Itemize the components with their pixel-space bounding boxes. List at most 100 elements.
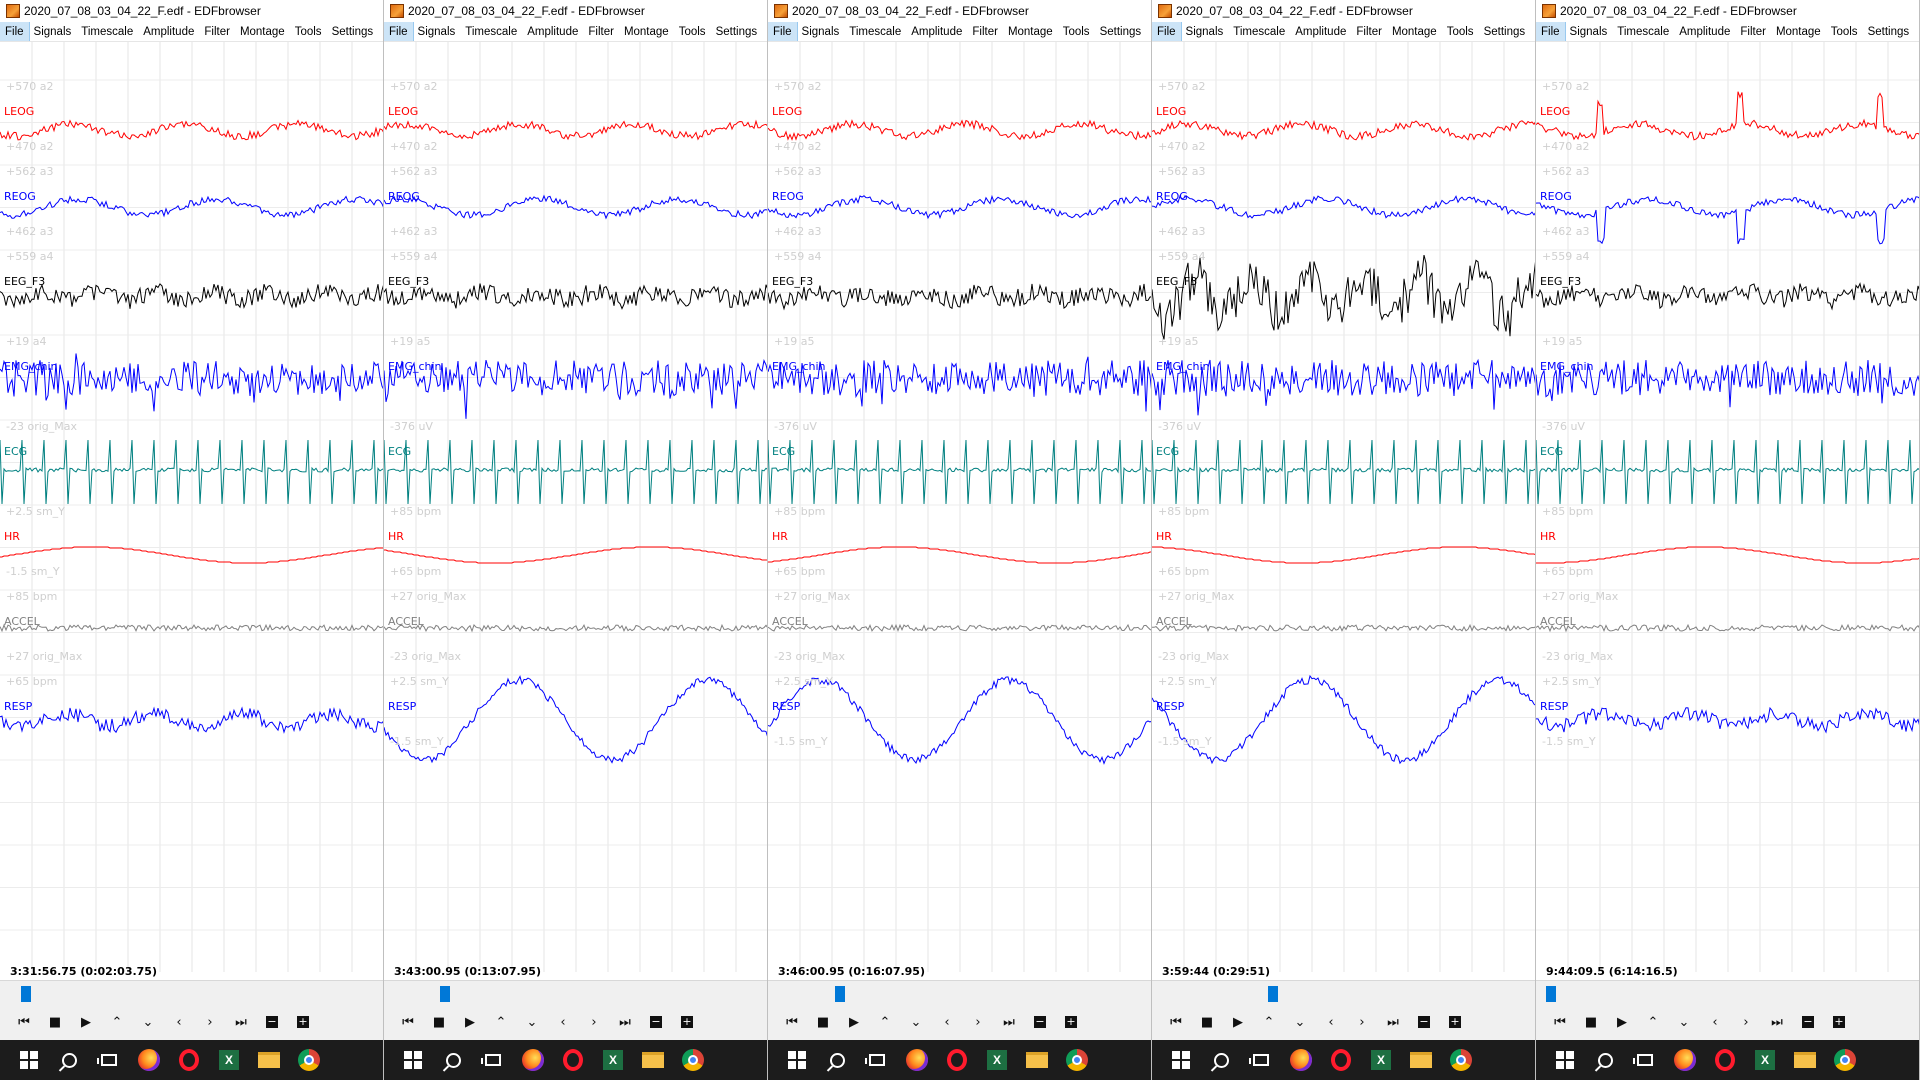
page-back-button[interactable]: ‹ [937, 1012, 957, 1032]
scrollbar-thumb[interactable] [440, 986, 451, 1002]
menu-file[interactable]: File [1152, 22, 1182, 41]
signal-label-emg_chin[interactable]: EMG_chin [388, 360, 442, 373]
menu-amplitude[interactable]: Amplitude [1290, 22, 1351, 41]
opera-icon[interactable] [170, 1041, 208, 1079]
signal-label-ecg[interactable]: ECG [1156, 445, 1179, 458]
firefox-icon[interactable] [898, 1041, 936, 1079]
file-explorer-icon[interactable] [1786, 1041, 1824, 1079]
signal-plot-area[interactable] [1152, 42, 1535, 972]
chrome-icon[interactable] [290, 1041, 328, 1079]
search-icon[interactable] [50, 1041, 88, 1079]
menu-amplitude[interactable]: Amplitude [522, 22, 583, 41]
menu-settings[interactable]: Settings [1095, 22, 1147, 41]
menu-signals[interactable]: Signals [29, 22, 77, 41]
menu-montage[interactable]: Montage [1003, 22, 1058, 41]
signal-label-eeg_f3[interactable]: EEG_F3 [772, 275, 813, 288]
zoom-in-button[interactable]: + [681, 1016, 693, 1028]
page-forward-button[interactable]: › [1736, 1012, 1756, 1032]
signal-label-eeg_f3[interactable]: EEG_F3 [1156, 275, 1197, 288]
time-scrollbar[interactable] [0, 980, 383, 1004]
amplitude-up-button[interactable]: ⌃ [1259, 1012, 1279, 1032]
file-explorer-icon[interactable] [634, 1041, 672, 1079]
go-to-end-button[interactable]: ⏭ [1383, 1012, 1403, 1032]
scrollbar-thumb[interactable] [834, 986, 845, 1002]
menu-tools[interactable]: Tools [290, 22, 327, 41]
signal-label-accel[interactable]: ACCEL [1540, 615, 1576, 628]
menu-file[interactable]: File [1536, 22, 1566, 41]
time-scrollbar[interactable] [768, 980, 1151, 1004]
menu-signals[interactable]: Signals [797, 22, 845, 41]
signal-label-leog[interactable]: LEOG [388, 105, 418, 118]
file-explorer-icon[interactable] [1402, 1041, 1440, 1079]
opera-icon[interactable] [1706, 1041, 1744, 1079]
go-to-end-button[interactable]: ⏭ [615, 1012, 635, 1032]
go-to-start-button[interactable]: ⏮ [14, 1012, 34, 1032]
signal-label-reog[interactable]: REOG [772, 190, 804, 203]
signal-label-eeg_f3[interactable]: EEG_F3 [1540, 275, 1581, 288]
menu-tools[interactable]: Tools [1826, 22, 1863, 41]
zoom-in-button[interactable]: + [1833, 1016, 1845, 1028]
menu-montage[interactable]: Montage [1771, 22, 1826, 41]
menu-timescale[interactable]: Timescale [1612, 22, 1674, 41]
menu-tools[interactable]: Tools [674, 22, 711, 41]
firefox-icon[interactable] [130, 1041, 168, 1079]
file-explorer-icon[interactable] [1018, 1041, 1056, 1079]
menu-file[interactable]: File [768, 22, 798, 41]
menu-timescale[interactable]: Timescale [460, 22, 522, 41]
signal-label-ecg[interactable]: ECG [772, 445, 795, 458]
signal-plot-area[interactable] [768, 42, 1151, 972]
amplitude-down-button[interactable]: ⌄ [1290, 1012, 1310, 1032]
opera-icon[interactable] [1322, 1041, 1360, 1079]
scrollbar-thumb[interactable] [1268, 986, 1279, 1002]
firefox-icon[interactable] [514, 1041, 552, 1079]
firefox-icon[interactable] [1666, 1041, 1704, 1079]
menu-settings[interactable]: Settings [1863, 22, 1915, 41]
play-button[interactable]: ▶ [1612, 1012, 1632, 1032]
signal-label-ecg[interactable]: ECG [1540, 445, 1563, 458]
signal-label-leog[interactable]: LEOG [1156, 105, 1186, 118]
amplitude-down-button[interactable]: ⌄ [522, 1012, 542, 1032]
windows-start-icon[interactable] [1162, 1041, 1200, 1079]
menu-file[interactable]: File [0, 22, 30, 41]
opera-icon[interactable] [554, 1041, 592, 1079]
menu-tools[interactable]: Tools [1058, 22, 1095, 41]
signal-label-resp[interactable]: RESP [1540, 700, 1568, 713]
menu-filter[interactable]: Filter [967, 22, 1003, 41]
page-back-button[interactable]: ‹ [1321, 1012, 1341, 1032]
signal-label-ecg[interactable]: ECG [4, 445, 27, 458]
signal-label-accel[interactable]: ACCEL [388, 615, 424, 628]
page-back-button[interactable]: ‹ [169, 1012, 189, 1032]
zoom-out-button[interactable]: − [1418, 1016, 1430, 1028]
amplitude-down-button[interactable]: ⌄ [906, 1012, 926, 1032]
amplitude-up-button[interactable]: ⌃ [107, 1012, 127, 1032]
menu-settings[interactable]: Settings [327, 22, 379, 41]
signal-label-ecg[interactable]: ECG [388, 445, 411, 458]
menu-filter[interactable]: Filter [583, 22, 619, 41]
search-icon[interactable] [1202, 1041, 1240, 1079]
signal-label-eeg_f3[interactable]: EEG_F3 [4, 275, 45, 288]
zoom-out-button[interactable]: − [1802, 1016, 1814, 1028]
zoom-in-button[interactable]: + [1065, 1016, 1077, 1028]
signal-label-hr[interactable]: HR [1540, 530, 1556, 543]
signal-label-leog[interactable]: LEOG [772, 105, 802, 118]
signal-label-reog[interactable]: REOG [4, 190, 36, 203]
signal-label-reog[interactable]: REOG [1156, 190, 1188, 203]
signal-label-reog[interactable]: REOG [388, 190, 420, 203]
signal-label-resp[interactable]: RESP [4, 700, 32, 713]
signal-label-emg_chin[interactable]: EMG_chin [1156, 360, 1210, 373]
chrome-icon[interactable] [1826, 1041, 1864, 1079]
task-view-icon[interactable] [474, 1041, 512, 1079]
menu-filter[interactable]: Filter [199, 22, 235, 41]
search-icon[interactable] [818, 1041, 856, 1079]
signal-label-eeg_f3[interactable]: EEG_F3 [388, 275, 429, 288]
page-forward-button[interactable]: › [1352, 1012, 1372, 1032]
firefox-icon[interactable] [1282, 1041, 1320, 1079]
signal-label-accel[interactable]: ACCEL [772, 615, 808, 628]
signal-label-hr[interactable]: HR [388, 530, 404, 543]
zoom-out-button[interactable]: − [266, 1016, 278, 1028]
windows-start-icon[interactable] [10, 1041, 48, 1079]
amplitude-down-button[interactable]: ⌄ [138, 1012, 158, 1032]
signal-label-resp[interactable]: RESP [388, 700, 416, 713]
time-scrollbar[interactable] [384, 980, 767, 1004]
menu-signals[interactable]: Signals [1181, 22, 1229, 41]
